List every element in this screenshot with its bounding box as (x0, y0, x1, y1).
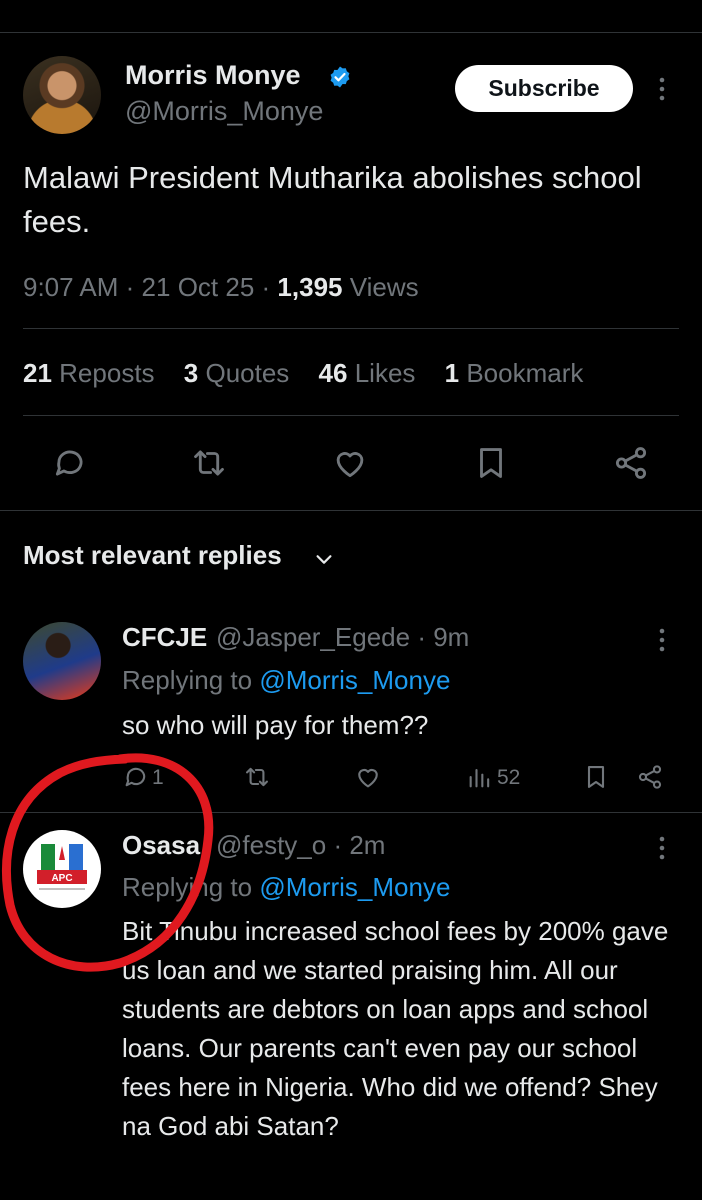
repost-icon[interactable] (243, 763, 271, 791)
reply-text: so who will pay for them?? (122, 710, 429, 740)
quotes-count: 3 (183, 358, 199, 388)
author-avatar[interactable] (23, 56, 101, 134)
share-icon[interactable] (636, 763, 664, 791)
views-count: 52 (497, 766, 521, 789)
reposts-count: 21 (23, 358, 52, 388)
reposts-label: Reposts (59, 358, 155, 388)
bookmarks-label: Bookmark (466, 358, 584, 388)
reply-handle-text: @festy_o (216, 830, 327, 860)
bookmark-icon[interactable] (582, 763, 610, 791)
replying-to-mention[interactable]: @Morris_Monye (259, 665, 450, 695)
views-count: 1,395 (277, 272, 343, 302)
replies-sort-label[interactable]: Most relevant replies (23, 540, 282, 571)
apc-logo-icon: APC (37, 844, 87, 890)
bookmark-icon[interactable] (472, 444, 510, 482)
replying-to: Replying to @Morris_Monye (122, 872, 450, 903)
divider (23, 415, 679, 416)
replying-to-label: Replying to (122, 665, 253, 695)
divider (0, 510, 702, 511)
chevron-down-icon[interactable] (313, 548, 335, 570)
replying-to-label: Replying to (122, 872, 253, 902)
author-handle[interactable]: @Morris_Monye (125, 96, 323, 127)
reply-time: · 2m (333, 830, 386, 860)
more-options-icon[interactable] (652, 74, 672, 104)
more-options-icon[interactable] (652, 625, 672, 655)
tweet-date[interactable]: 21 Oct 25 (142, 272, 255, 302)
replying-to-mention[interactable]: @Morris_Monye (259, 872, 450, 902)
top-divider (0, 32, 702, 33)
divider (0, 812, 702, 813)
share-icon[interactable] (612, 444, 650, 482)
likes-stat[interactable]: 46 Likes (319, 358, 416, 389)
engagement-stats: 21 Reposts 3 Quotes 46 Likes 1 Bookmark (23, 358, 605, 389)
reply-author-handle[interactable]: @Jasper_Egede · 9m (216, 622, 469, 653)
reply-text: Bit Tinubu increased school fees by 200%… (122, 916, 669, 1141)
verified-badge-icon (330, 66, 350, 88)
likes-count: 46 (318, 358, 348, 388)
like-icon[interactable] (354, 763, 382, 791)
replying-to: Replying to @Morris_Monye (122, 665, 450, 696)
likes-label: Likes (354, 358, 416, 388)
meta-separator: · (261, 272, 271, 302)
author-name[interactable]: Morris Monye (125, 60, 301, 91)
meta-separator: · (125, 272, 135, 302)
reposts-stat[interactable]: 21 Reposts (23, 358, 155, 389)
apc-logo-text: APC (51, 873, 72, 884)
like-icon[interactable] (331, 444, 369, 482)
bookmarks-stat[interactable]: 1 Bookmark (445, 358, 584, 389)
reply-author-name[interactable]: CFCJE (122, 622, 207, 653)
more-options-icon[interactable] (652, 833, 672, 863)
reply-time: · 9m (417, 622, 470, 652)
reply-author-name[interactable]: Osasa (122, 830, 200, 861)
reply-icon[interactable] (51, 444, 89, 482)
reply-author-handle[interactable]: @festy_o · 2m (216, 830, 385, 861)
reply-count: 1 (152, 766, 164, 789)
quotes-stat[interactable]: 3 Quotes (184, 358, 290, 389)
tweet-text: Malawi President Mutharika abolishes sch… (23, 160, 642, 239)
tweet-time[interactable]: 9:07 AM (23, 272, 118, 302)
bookmarks-count: 1 (444, 358, 460, 388)
reply-icon[interactable] (122, 763, 150, 791)
reply-handle-text: @Jasper_Egede (216, 622, 411, 652)
repost-icon[interactable] (190, 444, 228, 482)
views-icon[interactable] (466, 763, 494, 791)
subscribe-button[interactable]: Subscribe (455, 65, 633, 112)
views-label: Views (349, 272, 419, 302)
reply-avatar[interactable] (23, 622, 101, 700)
tweet-meta: 9:07 AM · 21 Oct 25 · 1,395 Views (23, 272, 419, 303)
quotes-label: Quotes (205, 358, 290, 388)
divider (23, 328, 679, 329)
reply-avatar[interactable]: APC (23, 830, 101, 908)
